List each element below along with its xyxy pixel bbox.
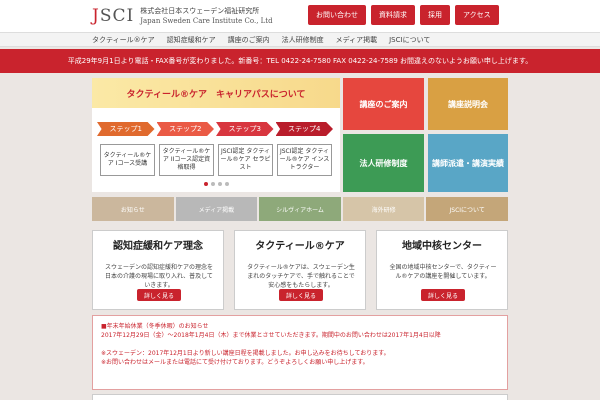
- logo-mark-rest: SCI: [99, 6, 135, 26]
- step-1: ステップ1: [97, 122, 155, 136]
- box-text: スウェーデンの認知症緩和ケアの理念を日本の介護の現場に取り入れ、普及していきます…: [104, 264, 213, 289]
- slider-dot[interactable]: [217, 182, 222, 186]
- box-title: 地域中核センター: [402, 241, 482, 252]
- feature-box-dementia: 認知症緩和ケア理念 スウェーデンの認知症緩和ケアの理念を日本の介護の現場に取り入…: [92, 230, 224, 310]
- logo-mark: JSCI: [92, 6, 134, 26]
- notice-line: ※お問い合わせはメールまたは電話にて受け付けております。どうぞよろしくお願い申し…: [101, 359, 369, 366]
- notice-line: 2017年12月29日（金）〜2018年1月4日（木）まで休業とさせていただきま…: [101, 332, 441, 339]
- bottom-box: [92, 394, 508, 400]
- feature-box-tactile: タクティール®ケア タクティール®ケアは、スウェーデン生まれのタッチケアで、手で…: [234, 230, 366, 310]
- slider-dot[interactable]: [224, 182, 229, 186]
- notice-box: ■年末年始休業（冬季休暇）のお知らせ 2017年12月29日（金）〜2018年1…: [92, 315, 508, 390]
- tile-briefing[interactable]: 講座説明会: [428, 78, 508, 130]
- slide-title: タクティール®ケア キャリアパスについて: [92, 78, 340, 108]
- nav-item-about[interactable]: JSCIについて: [389, 35, 430, 45]
- feature-box-regional: 地域中核センター 全国の地域中核センターで、タクティール®ケアの講座を開催してい…: [376, 230, 508, 310]
- company-name-en: Japan Sweden Care Institute Co., Ltd: [140, 17, 273, 25]
- strip-item-media[interactable]: メディア掲載: [175, 197, 258, 221]
- step-3: ステップ3: [216, 122, 274, 136]
- slider-dot[interactable]: [203, 182, 208, 186]
- box-more-button[interactable]: 詳しく見る: [279, 289, 323, 301]
- step-2: ステップ2: [156, 122, 214, 136]
- box-more-button[interactable]: 詳しく見る: [137, 289, 181, 301]
- step-card: JSCI認定 タクティール®ケア インストラクター: [277, 144, 332, 176]
- logo-mark-j: J: [92, 6, 100, 26]
- category-strip: お知らせ メディア掲載 シルヴィアホーム 海外研修 JSCIについて: [92, 197, 508, 221]
- step-card: タクティール®ケア Iコース受講: [100, 144, 155, 176]
- strip-item-silvia-home[interactable]: シルヴィアホーム: [259, 197, 341, 221]
- tile-lecturer-dispatch[interactable]: 講師派遣・講演実績: [428, 134, 508, 192]
- logo[interactable]: JSCI 株式会社日本スウェーデン福祉研究所 Japan Sweden Care…: [92, 6, 273, 26]
- nav-item-dementia[interactable]: 認知症緩和ケア: [167, 35, 216, 45]
- strip-item-overseas[interactable]: 海外研修: [342, 197, 425, 221]
- tile-corporate-training[interactable]: 法人研修制度: [343, 134, 424, 192]
- tile-courses[interactable]: 講座のご案内: [343, 78, 424, 130]
- nav-item-tactile[interactable]: タクティール®ケア: [92, 35, 155, 45]
- top-button-contact[interactable]: お問い合わせ: [308, 5, 366, 25]
- strip-item-news[interactable]: お知らせ: [92, 197, 174, 221]
- announcement-banner[interactable]: 平成29年9月1日より電話・FAX番号が変わりました。新番号：TEL 0422-…: [0, 49, 600, 73]
- company-name-ja: 株式会社日本スウェーデン福祉研究所: [140, 7, 260, 15]
- step-4: ステップ4: [275, 122, 333, 136]
- top-button-recruit[interactable]: 採用: [420, 5, 450, 25]
- main-nav: タクティール®ケア 認知症緩和ケア 講座のご案内 法人研修制度 メディア掲載 J…: [0, 32, 600, 47]
- notice-line: ■年末年始休業（冬季休暇）のお知らせ: [101, 323, 209, 330]
- step-card: タクティール®ケア IIコース認定資格取得: [159, 144, 214, 176]
- logo-text: 株式会社日本スウェーデン福祉研究所 Japan Sweden Care Inst…: [140, 6, 272, 26]
- nav-item-training[interactable]: 法人研修制度: [282, 35, 324, 45]
- nav-item-courses[interactable]: 講座のご案内: [228, 35, 270, 45]
- nav-item-media[interactable]: メディア掲載: [336, 35, 378, 45]
- top-buttons: お問い合わせ 資料請求 採用 アクセス: [308, 5, 499, 25]
- career-path-slider[interactable]: タクティール®ケア キャリアパスについて ステップ1 ステップ2 ステップ3 ス…: [92, 78, 340, 192]
- slider-dot[interactable]: [210, 182, 215, 186]
- step-arrows: ステップ1 ステップ2 ステップ3 ステップ4: [97, 122, 335, 136]
- box-text: タクティール®ケアは、スウェーデン生まれのタッチケアで、手で触れることで安心感を…: [247, 264, 355, 289]
- box-title: 認知症緩和ケア理念: [113, 241, 203, 252]
- box-title: タクティール®ケア: [255, 241, 345, 252]
- top-button-access[interactable]: アクセス: [455, 5, 499, 25]
- step-card: JSCI認定 タクティール®ケア セラピスト: [218, 144, 273, 176]
- slider-dots: [92, 182, 340, 186]
- box-more-button[interactable]: 詳しく見る: [421, 289, 465, 301]
- step-cards: タクティール®ケア Iコース受講 タクティール®ケア IIコース認定資格取得 J…: [100, 144, 332, 176]
- strip-item-about[interactable]: JSCIについて: [426, 197, 508, 221]
- site-header: JSCI 株式会社日本スウェーデン福祉研究所 Japan Sweden Care…: [0, 0, 600, 32]
- notice-line: ※スウェーデン：2017年12月1日より新しい講座日程を掲載しました。お申し込み…: [101, 350, 390, 357]
- top-button-request[interactable]: 資料請求: [371, 5, 415, 25]
- box-text: 全国の地域中核センターで、タクティール®ケアの講座を開催しています。: [389, 264, 497, 280]
